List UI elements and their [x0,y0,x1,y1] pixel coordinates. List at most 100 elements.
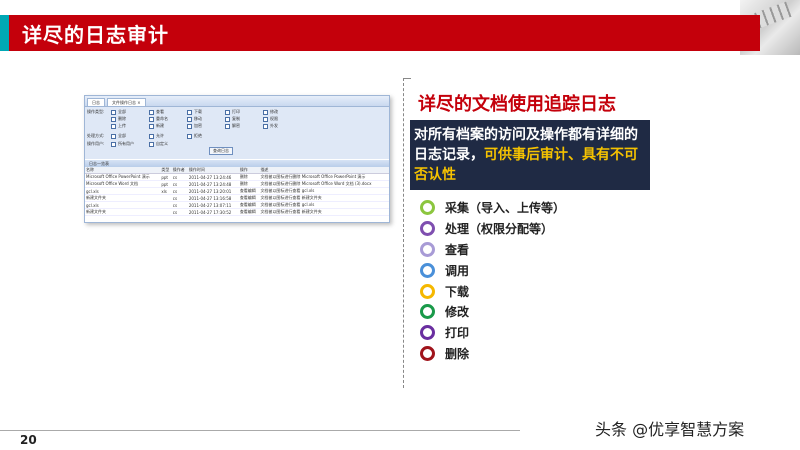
checkbox[interactable] [187,133,192,139]
ring-bullet-icon [420,304,435,320]
table-cell: 查看编辑 [238,208,260,216]
filter-option[interactable]: 查看 [149,109,187,115]
watermark: 头条 @优享智慧方案 [595,420,745,439]
checkbox[interactable] [263,123,268,129]
table-cell: cs [171,201,188,209]
filter-option[interactable]: 加密 [187,123,225,129]
filter-option[interactable]: 下载 [187,109,225,115]
table-row[interactable]: 新建文件夹 cs 2011-04-27 17:30:52 查看编辑 文档被以图标进行查看… [85,208,389,216]
ring-bullet-icon [420,283,435,299]
filter-option-label: 打印 [232,109,240,114]
operation-label: 调用 [445,263,470,278]
table-cell: 2011-04-27 13:20:01 [187,187,239,195]
description-text: 对所有档案的访问及操作都有详细的 日志记录，可供事后审计、具有不可 否认性 [414,125,644,185]
filter-option[interactable]: 删除 [111,116,149,122]
checkbox[interactable] [187,116,192,122]
filter-option-label: 移动 [194,116,202,121]
table-cell: xls [160,187,172,195]
table-cell: 删除 [238,173,260,181]
checkbox[interactable] [149,116,154,122]
filter-label: 处理方式: [87,133,105,138]
checkbox[interactable] [263,116,268,122]
filter-option[interactable]: 权限 [263,116,301,122]
filter-option-label: 拒绝 [194,133,202,138]
filter-option-label: 修改 [270,109,278,114]
log-screenshot: 日志 文件操作日志 × 操作类型: 全部 查看 下载 打印 修改删除 重命名 移动 复制 权限上传… [84,95,390,223]
table-cell: ppt [160,180,172,188]
filter-option[interactable]: 拒绝 [187,133,225,139]
filter-option[interactable]: 打印 [225,109,263,115]
table-cell: 2011-04-27 13:24:46 [187,173,239,181]
filter-option[interactable]: 复制 [225,116,263,122]
filter-option-label: 删除 [118,116,126,121]
operation-label: 打印 [445,326,470,341]
filter-option[interactable]: 修改 [263,109,301,115]
operation-item: 采集（导入、上传等） [420,197,565,218]
checkbox[interactable] [187,109,192,115]
table-cell: cs [171,187,188,195]
table-cell: Microsoft Office Word 文档 [85,180,161,188]
table-cell: 新建文件夹 [85,208,161,216]
operation-item: 查看 [420,239,565,260]
table-cell: Microsoft Office PowerPoint 演示 [85,173,161,181]
checkbox[interactable] [225,123,230,129]
filter-option-label: 允许 [156,133,164,138]
filter-label: 操作类型: [87,109,105,114]
tab-log[interactable]: 日志 [87,98,105,106]
table-row[interactable]: Microsoft Office Word 文档 ppt cs 2011-04-27 … [85,180,389,188]
filter-option-label: 加密 [194,123,202,128]
checkbox[interactable] [187,123,192,129]
checkbox[interactable] [111,123,116,129]
filter-option[interactable]: 外发 [263,123,301,129]
filter-option[interactable]: 全部 [111,133,149,139]
table-row[interactable]: 新建文件夹 cs 2011-04-27 13:16:58 查看编辑 文档被以图标进行查看… [85,194,389,202]
checkbox[interactable] [111,141,116,147]
filter-option[interactable]: 上传 [111,123,149,129]
checkbox[interactable] [111,133,116,139]
ring-bullet-icon [420,220,435,236]
filter-row: 删除 重命名 移动 复制 权限 [87,116,301,122]
operation-label: 采集（导入、上传等） [445,200,566,215]
table-row[interactable]: Microsoft Office PowerPoint 演示 ppt cs 2011-… [85,173,389,181]
checkbox[interactable] [111,109,116,115]
filter-option-label: 自定义 [156,141,168,146]
filter-option[interactable]: 移动 [187,116,225,122]
table-row[interactable]: gcl.xls cs 2011-04-27 13:07:11 查看编辑 文档被以图标进行… [85,201,389,209]
table-row[interactable]: gcl.xls xls cs 2011-04-27 13:20:01 查看编辑 文档被以图… [85,187,389,195]
query-log-button[interactable]: 查询日志 [209,147,233,155]
table-cell: cs [171,180,188,188]
filter-option[interactable]: 新建 [149,123,187,129]
filter-option-label: 全部 [118,109,126,114]
filter-option[interactable]: 所有用户 [111,141,149,147]
table-cell: gcl.xls [85,187,161,195]
filter-row: 上传 新建 加密 解密 外发 [87,123,301,129]
filter-option-label: 所有用户 [118,141,134,146]
divider [403,78,404,388]
checkbox[interactable] [225,109,230,115]
checkbox[interactable] [149,133,154,139]
checkbox[interactable] [149,123,154,129]
tab-file-log[interactable]: 文件操作日志 × [107,98,146,106]
filter-option[interactable]: 重命名 [149,116,187,122]
checkbox[interactable] [263,109,268,115]
log-table: 名称 类型 操作者 操作时间 操作 描述 Microsoft Office PowerPo… [85,167,389,216]
checkbox[interactable] [149,109,154,115]
description-text-normal: 对所有档案的访问及操作都有详细的 [414,127,638,143]
slide-title: 详尽的日志审计 [22,23,169,47]
checkbox[interactable] [225,116,230,122]
filter-option-label: 下载 [194,109,202,114]
filter-option[interactable]: 自定义 [149,141,187,147]
filter-option[interactable]: 解密 [225,123,263,129]
filter-option[interactable]: 允许 [149,133,187,139]
operation-item: 下载 [420,281,565,302]
filter-option[interactable]: 全部 [111,109,149,115]
table-cell: cs [171,194,188,202]
checkbox[interactable] [111,116,116,122]
filter-form: 操作类型: 全部 查看 下载 打印 修改删除 重命名 移动 复制 权限上传 新建 加密 解密 外发处理方式… [85,107,389,159]
filter-option-label: 权限 [270,116,278,121]
ring-bullet-icon [420,241,435,257]
table-cell: 文档被以图标进行查看 gcl.xls [259,201,389,209]
checkbox[interactable] [149,141,154,147]
table-cell [160,208,172,216]
filter-option-label: 复制 [232,116,240,121]
